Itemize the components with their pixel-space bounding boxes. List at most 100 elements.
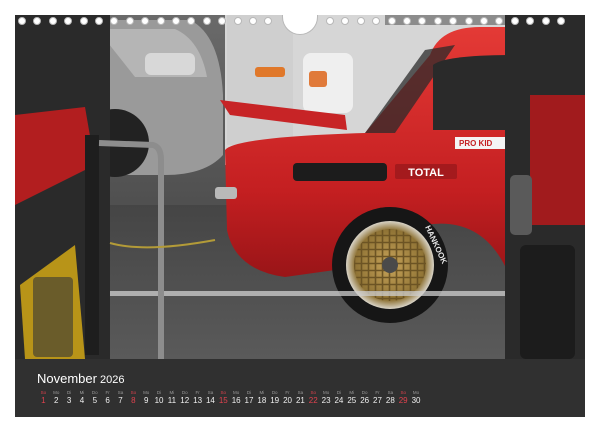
day-number: 22 xyxy=(308,396,318,405)
day-cell: So 1 xyxy=(37,389,50,406)
day-number: 7 xyxy=(118,396,123,405)
day-number: 13 xyxy=(193,396,203,405)
binding-hole xyxy=(249,17,257,25)
binding-hole xyxy=(141,17,150,25)
day-number: 3 xyxy=(66,396,72,405)
day-number: 28 xyxy=(385,396,395,405)
weekday-label: Mo xyxy=(233,390,240,395)
weekday-label: Di xyxy=(156,390,162,395)
day-cell: Sa 7 xyxy=(114,389,127,406)
day-number: 21 xyxy=(295,396,305,405)
weekday-label: So xyxy=(220,390,227,395)
day-number: 26 xyxy=(360,396,370,405)
weekday-label: Sa xyxy=(387,390,394,395)
day-number: 10 xyxy=(154,396,164,405)
weekday-label: Fr xyxy=(195,390,200,395)
day-number: 27 xyxy=(373,396,382,405)
weekday-label: Do xyxy=(271,390,278,395)
binding-hole xyxy=(125,17,134,25)
day-cell: So 15 xyxy=(217,389,230,406)
day-cell: So 29 xyxy=(397,389,410,406)
binding-hole xyxy=(557,17,565,25)
weekday-label: Sa xyxy=(297,390,304,395)
binding-hole xyxy=(202,17,211,25)
binding-hole xyxy=(79,17,88,25)
day-cell: Do 5 xyxy=(88,389,101,406)
binding-hole xyxy=(110,17,119,25)
weekday-label: Mi xyxy=(349,390,355,395)
binding-hole xyxy=(187,17,196,25)
binding-hole xyxy=(64,17,73,25)
binding-hole xyxy=(233,17,242,25)
day-cell: Fr 6 xyxy=(101,389,114,406)
day-cell: Di 24 xyxy=(333,389,346,406)
day-number: 17 xyxy=(244,396,254,405)
binding-hole xyxy=(264,17,273,25)
day-cell: Fr 13 xyxy=(191,389,204,406)
day-cell: Sa 28 xyxy=(384,389,397,406)
month-year: 2026 xyxy=(99,374,125,386)
binding-hole xyxy=(218,17,227,25)
race-car-photo: TOTAL PRO KID HANKOOK xyxy=(15,15,585,359)
day-number: 23 xyxy=(321,396,331,405)
month-name: November xyxy=(37,371,97,386)
binding-hole xyxy=(480,17,488,25)
weekday-label: Mo xyxy=(143,390,150,395)
day-number: 1 xyxy=(41,396,46,405)
weekday-label: Do xyxy=(361,390,368,395)
weekday-label: Do xyxy=(181,390,188,395)
day-number: 8 xyxy=(131,396,136,405)
binding-hole xyxy=(172,17,180,25)
day-number: 29 xyxy=(398,396,408,405)
weekday-label: Do xyxy=(91,390,98,395)
binding-hole xyxy=(48,17,57,25)
day-number: 18 xyxy=(257,396,267,405)
binding-hole xyxy=(341,17,350,25)
day-cell: Mo 9 xyxy=(140,389,153,406)
weekday-label: Fr xyxy=(375,390,380,395)
weekday-label: Di xyxy=(246,390,252,395)
day-number: 2 xyxy=(54,396,59,405)
binding-hole xyxy=(541,17,550,25)
day-cell: Mi 4 xyxy=(76,389,89,406)
binding-hole xyxy=(510,17,519,25)
binding-hole xyxy=(403,17,411,25)
weekday-label: So xyxy=(310,390,316,395)
binding-hole xyxy=(372,17,381,25)
day-number: 11 xyxy=(167,396,177,405)
day-cell: Mo 2 xyxy=(50,389,63,406)
binding-hole xyxy=(418,17,427,25)
binding-hole xyxy=(356,17,365,25)
day-number: 16 xyxy=(231,396,241,405)
day-cell: Do 12 xyxy=(178,389,191,406)
binding-hole xyxy=(449,17,458,25)
day-number: 9 xyxy=(143,396,149,405)
weekday-label: Di xyxy=(336,390,342,395)
binding-hole xyxy=(526,17,535,25)
binding-hole xyxy=(326,17,334,25)
weekday-label: Mo xyxy=(53,390,60,395)
binding-hole xyxy=(33,17,42,25)
weekday-label: So xyxy=(130,390,137,395)
weekday-label: Fr xyxy=(285,390,290,395)
day-cell: So 22 xyxy=(307,389,320,406)
day-cell: Mo 16 xyxy=(230,389,243,406)
day-cell: Di 17 xyxy=(243,389,256,406)
weekday-label: Mi xyxy=(79,390,85,395)
day-number: 24 xyxy=(334,396,344,405)
day-cell: Mi 11 xyxy=(166,389,179,406)
weekday-label: Fr xyxy=(105,390,110,395)
binding-hole xyxy=(18,17,26,25)
day-cell: So 8 xyxy=(127,389,140,406)
binding-hole xyxy=(387,17,396,25)
day-cell: Mo 30 xyxy=(410,389,423,406)
day-number: 30 xyxy=(411,396,421,405)
day-number: 25 xyxy=(347,396,357,405)
day-cell: Do 26 xyxy=(358,389,371,406)
day-cell: Fr 20 xyxy=(281,389,294,406)
weekday-label: Mi xyxy=(169,390,175,395)
weekday-label: So xyxy=(400,390,406,395)
calendar-bar: November 2026 So 1 Mo 2 Di 3 Mi 4 Do 5 Fr 6 Sa 7 So 8 Mo 9… xyxy=(15,359,585,417)
day-cell: Sa 14 xyxy=(204,389,217,406)
day-cell: Mi 18 xyxy=(255,389,268,406)
